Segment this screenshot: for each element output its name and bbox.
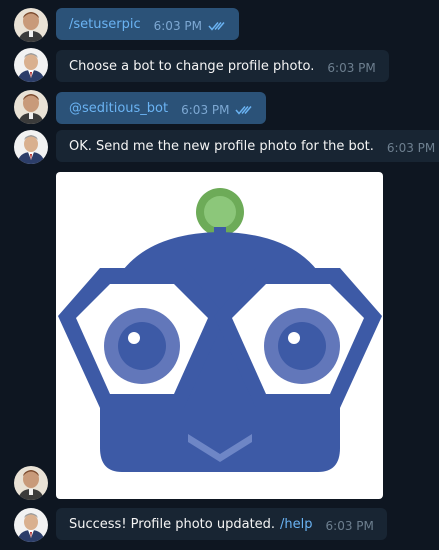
message-text: Choose a bot to change profile photo. [69,58,315,74]
user-avatar[interactable] [14,90,48,124]
message-time: 6:03 PM [153,19,202,33]
message-bubble[interactable]: @seditious_bot 6:03 PM [56,92,267,124]
message-time: 6:03 PM [181,103,230,117]
double-check-icon [235,105,253,115]
help-link[interactable]: /help [280,517,312,532]
message-text: OK. Send me the new profile photo for th… [69,138,374,154]
bot-avatar[interactable] [14,48,48,82]
message-bubble[interactable]: Choose a bot to change profile photo. 6:… [56,50,389,82]
bot-avatar[interactable] [14,130,48,164]
message-text: Success! Profile photo updated. [69,516,276,532]
message-time: 6:03 PM [325,519,374,533]
message-bubble[interactable]: Success! Profile photo updated. /help 6:… [56,508,387,540]
user-avatar[interactable] [14,8,48,42]
chat-history: /setuserpic 6:03 PM Choose a bot to chan… [0,0,439,550]
photo-message[interactable] [56,172,383,499]
message-time: 6:03 PM [327,61,376,75]
command-link[interactable]: /setuserpic [69,17,141,32]
message-bubble[interactable]: /setuserpic 6:03 PM [56,8,239,40]
message-time: 6:03 PM [386,141,436,155]
bot-avatar[interactable] [14,508,48,542]
double-check-icon [208,21,226,31]
message-bubble[interactable]: OK. Send me the new profile photo for th… [56,130,439,162]
user-avatar[interactable] [14,466,48,500]
mention-link[interactable]: @seditious_bot [69,101,168,116]
robot-face-image [58,188,382,472]
